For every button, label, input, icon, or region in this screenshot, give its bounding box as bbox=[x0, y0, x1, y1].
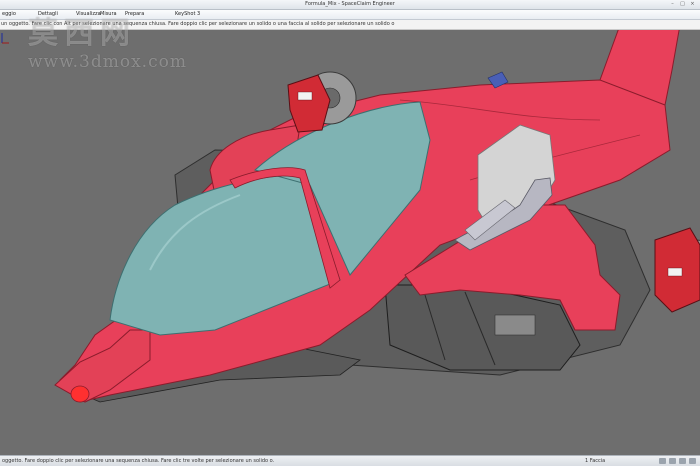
tab-design[interactable]: eggio bbox=[2, 10, 16, 19]
minimize-button[interactable]: – bbox=[669, 1, 676, 7]
nose-tip bbox=[70, 385, 90, 403]
view-icon[interactable] bbox=[659, 458, 666, 464]
status-icons bbox=[659, 458, 696, 464]
front-brake-right bbox=[654, 227, 700, 313]
radiator-mesh bbox=[494, 314, 536, 336]
grid-icon[interactable] bbox=[669, 458, 676, 464]
snap-icon[interactable] bbox=[679, 458, 686, 464]
watermark-chinese: 莫西网 bbox=[28, 16, 136, 51]
coordinate-axis-icon bbox=[1, 33, 9, 44]
status-bar: oggetto. Fare doppio clic per selezionar… bbox=[0, 455, 700, 466]
watermark-url: www.3dmox.com bbox=[28, 52, 187, 72]
3d-viewport[interactable] bbox=[0, 30, 700, 455]
close-button[interactable]: × bbox=[689, 1, 696, 7]
maximize-button[interactable]: □ bbox=[679, 1, 686, 7]
model-render bbox=[54, 30, 700, 403]
settings-icon[interactable] bbox=[689, 458, 696, 464]
watermark: 莫西网 www.3dmox.com bbox=[28, 8, 193, 78]
window-controls: – □ × bbox=[669, 1, 696, 7]
